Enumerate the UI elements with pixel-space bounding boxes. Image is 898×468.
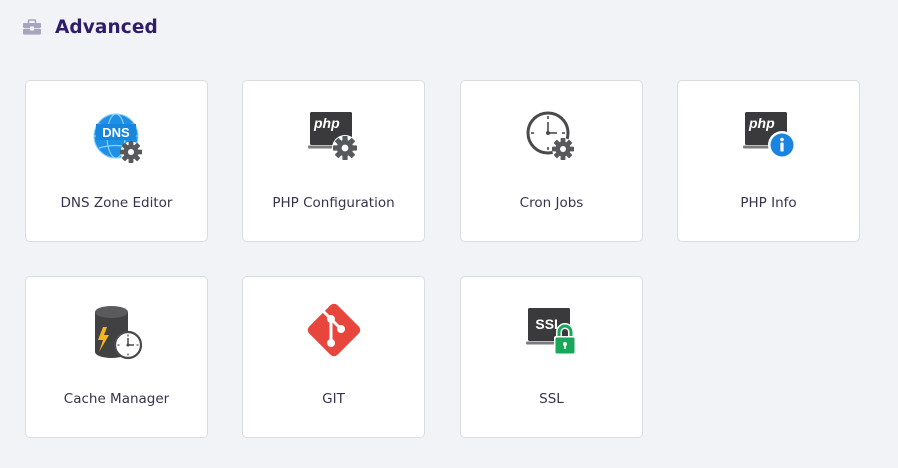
svg-text:DNS: DNS [102, 125, 130, 140]
section-header: Advanced [22, 14, 158, 40]
dns-gear-icon: DNS [85, 107, 149, 171]
tile-cache-manager[interactable]: Cache Manager [25, 276, 208, 438]
tile-label: Cron Jobs [519, 195, 584, 211]
tile-cron-jobs[interactable]: Cron Jobs [460, 80, 643, 242]
tile-git[interactable]: GIT [242, 276, 425, 438]
tile-label: PHP Info [740, 195, 797, 211]
section-title: Advanced [55, 16, 158, 38]
svg-text:php: php [748, 115, 775, 131]
tile-label: PHP Configuration [272, 195, 395, 211]
tile-php-configuration[interactable]: php PHP Configuration [242, 80, 425, 242]
tile-ssl[interactable]: SSL SSL [460, 276, 643, 438]
database-clock-icon [85, 303, 149, 367]
tile-php-info[interactable]: php PHP Info [677, 80, 860, 242]
tile-label: Cache Manager [63, 391, 170, 407]
php-info-icon: php [737, 107, 801, 171]
tile-label: SSL [539, 391, 564, 407]
toolbox-icon [22, 17, 42, 37]
ssl-lock-icon: SSL [520, 303, 584, 367]
php-gear-icon: php [302, 107, 366, 171]
clock-gear-icon [520, 107, 584, 171]
git-icon [302, 303, 366, 367]
tile-label: DNS Zone Editor [60, 195, 173, 211]
svg-text:php: php [313, 115, 340, 131]
tile-label: GIT [322, 391, 345, 407]
tile-dns-zone-editor[interactable]: DNS DNS Zone Editor [25, 80, 208, 242]
